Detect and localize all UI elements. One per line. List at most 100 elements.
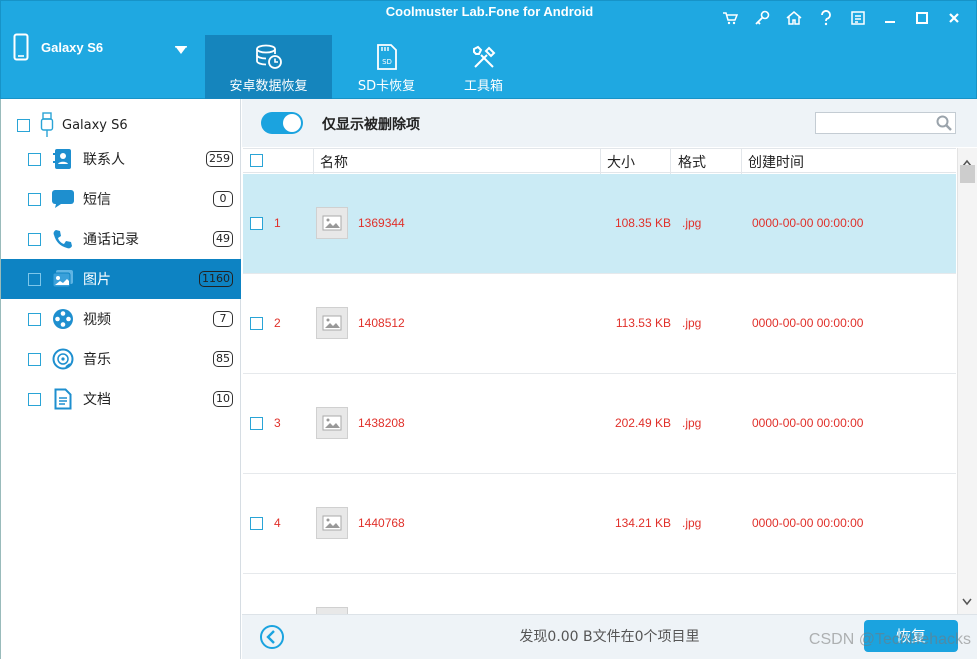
sidebar-root-device[interactable]: Galaxy S6 [17,112,128,138]
search-input[interactable] [819,113,934,134]
row-index: 1 [274,216,281,230]
deleted-only-toggle[interactable] [261,112,303,134]
count-badge: 10 [213,391,233,407]
column-header-name[interactable]: 名称 [320,152,348,172]
file-name: 1369344 [358,216,405,230]
document-icon [51,387,75,411]
checkbox[interactable] [28,312,41,326]
image-thumbnail-icon [316,607,348,614]
sidebar-item-call-logs[interactable]: 通话记录 49 [1,219,241,259]
device-selector[interactable]: Galaxy S6 [13,33,103,61]
chevron-down-icon[interactable] [962,591,972,610]
file-size: 134.21 KB [614,516,671,530]
usb-icon [40,112,54,137]
checkbox[interactable] [28,352,41,366]
row-checkbox[interactable] [250,517,263,530]
sidebar-root-label: Galaxy S6 [62,117,128,133]
file-name: 1408512 [358,316,405,330]
sidebar-item-contacts[interactable]: 联系人 259 [1,139,241,179]
file-created: 0000-00-00 00:00:00 [752,416,864,430]
cart-icon[interactable] [714,6,746,30]
help-icon[interactable] [810,6,842,30]
row-checkbox[interactable] [250,317,263,330]
close-icon[interactable] [938,6,970,30]
row-checkbox[interactable] [250,217,263,230]
count-badge: 259 [206,151,233,167]
watermark: CSDN @Techlifehacks [808,631,971,648]
svg-text:SD: SD [382,58,392,66]
file-name: 1440768 [358,516,405,530]
column-header-created[interactable]: 创建时间 [748,152,804,172]
table-row[interactable] [243,574,956,614]
music-disc-icon [51,347,75,371]
file-name: 1438208 [358,416,405,430]
row-index: 2 [274,316,281,330]
sidebar: Galaxy S6 联系人 259 短信 0 通话记录 49 图片 1160 视… [0,99,241,659]
maximize-icon[interactable] [906,6,938,30]
contacts-icon [51,147,75,171]
checkbox[interactable] [17,118,30,132]
tab-android-recovery[interactable]: 安卓数据恢复 [205,35,332,99]
file-format: .jpg [682,516,702,530]
sidebar-item-documents[interactable]: 文档 10 [1,379,241,419]
vertical-scrollbar[interactable] [957,148,977,614]
column-divider [670,149,671,174]
sidebar-item-label: 联系人 [83,152,125,168]
checkbox[interactable] [28,152,41,166]
column-divider [313,149,314,174]
deleted-only-label: 仅显示被删除项 [322,117,420,133]
file-list: 1 1369344 108.35 KB .jpg 0000-00-00 00:0… [243,174,956,614]
key-icon[interactable] [746,6,778,30]
table-row[interactable]: 3 1438208 202.49 KB .jpg 0000-00-00 00:0… [243,374,956,474]
count-badge: 49 [213,231,233,247]
file-created: 0000-00-00 00:00:00 [752,516,864,530]
checkbox[interactable] [28,192,41,206]
tools-icon [420,41,547,71]
column-header-format[interactable]: 格式 [678,152,706,172]
minimize-icon[interactable] [874,6,906,30]
title-bar: Coolmuster Lab.Fone for Android Galaxy S… [0,0,977,99]
checkbox[interactable] [28,232,41,246]
file-size: 113.53 KB [615,316,671,330]
table-row[interactable]: 1 1369344 108.35 KB .jpg 0000-00-00 00:0… [243,174,956,274]
search-icon[interactable] [935,114,953,136]
message-icon [51,187,75,211]
sidebar-item-label: 通话记录 [83,232,139,248]
file-format: .jpg [682,216,702,230]
scrollbar-thumb[interactable] [960,165,975,183]
feedback-icon[interactable] [842,6,874,30]
row-index: 4 [274,516,281,530]
column-header-size[interactable]: 大小 [607,152,635,172]
table-row[interactable]: 2 1408512 113.53 KB .jpg 0000-00-00 00:0… [243,274,956,374]
file-size: 108.35 KB [614,216,671,230]
column-divider [600,149,601,174]
sidebar-item-photos[interactable]: 图片 1160 [1,259,241,299]
file-size: 202.49 KB [614,416,671,430]
image-thumbnail-icon [316,207,348,239]
tab-label: 工具箱 [463,79,503,94]
search-box[interactable] [815,112,956,134]
row-checkbox[interactable] [250,417,263,430]
select-all-checkbox[interactable] [250,154,263,167]
photo-icon [51,267,75,291]
sidebar-item-label: 视频 [83,312,111,328]
tab-toolbox[interactable]: 工具箱 [420,35,547,99]
count-badge: 0 [213,191,233,207]
file-format: .jpg [682,316,702,330]
file-format: .jpg [682,416,702,430]
sidebar-item-label: 短信 [83,192,111,208]
count-badge: 1160 [199,271,233,287]
dropdown-triangle-icon[interactable] [175,41,187,60]
sidebar-item-messages[interactable]: 短信 0 [1,179,241,219]
checkbox[interactable] [28,272,41,286]
database-clock-icon [205,41,332,71]
home-icon[interactable] [778,6,810,30]
sidebar-item-videos[interactable]: 视频 7 [1,299,241,339]
table-row[interactable]: 4 1440768 134.21 KB .jpg 0000-00-00 00:0… [243,474,956,574]
file-created: 0000-00-00 00:00:00 [752,216,864,230]
sidebar-item-music[interactable]: 音乐 85 [1,339,241,379]
sidebar-item-label: 音乐 [83,352,111,368]
smartphone-icon [13,33,29,61]
checkbox[interactable] [28,392,41,406]
window-controls [714,6,970,30]
